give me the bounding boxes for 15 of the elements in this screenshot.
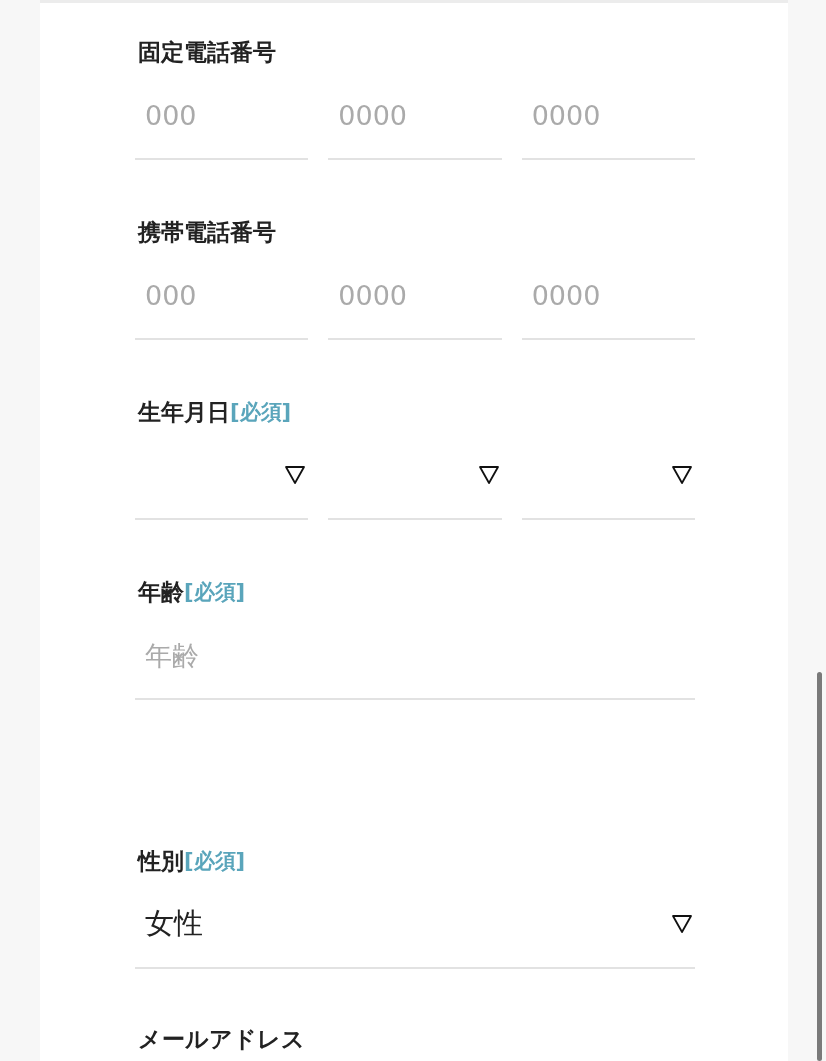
select-field[interactable]: 女性 bbox=[135, 889, 695, 969]
field-label: 性別 bbox=[138, 846, 184, 876]
field-label: メールアドレス bbox=[138, 1024, 305, 1054]
caret-icon bbox=[671, 914, 693, 934]
caret-icon bbox=[671, 465, 693, 485]
field-label: 固定電話番号 bbox=[138, 37, 276, 67]
scrollbar[interactable] bbox=[817, 672, 822, 1061]
required-tag: [必須] bbox=[184, 847, 246, 875]
field-label: 年齢 bbox=[138, 577, 184, 607]
required-tag: [必須] bbox=[230, 398, 292, 426]
required-tag: [必須] bbox=[184, 578, 246, 606]
caret-icon bbox=[284, 465, 307, 485]
field-label: 生年月日 bbox=[138, 397, 230, 427]
field-label: 携帯電話番号 bbox=[138, 217, 276, 247]
caret-icon bbox=[477, 465, 500, 485]
